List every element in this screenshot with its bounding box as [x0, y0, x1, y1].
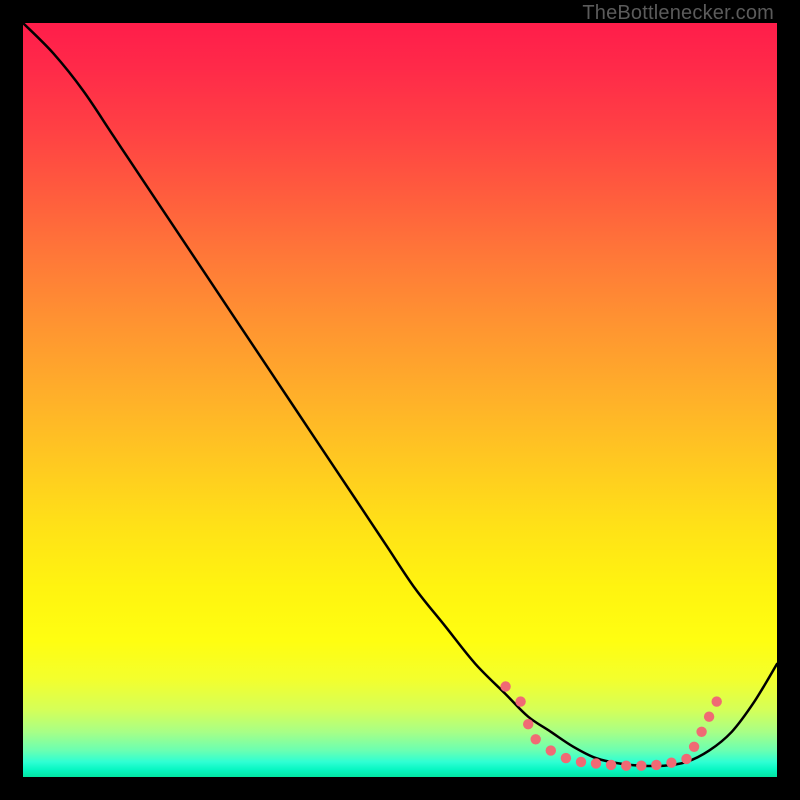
data-dot: [606, 760, 616, 770]
data-dot: [561, 753, 571, 763]
chart-stage: TheBottlenecker.com: [0, 0, 800, 800]
data-dots: [500, 681, 722, 771]
attribution-text: TheBottlenecker.com: [582, 2, 774, 25]
data-dot: [696, 727, 706, 737]
data-dot: [500, 681, 510, 691]
curve-layer: [23, 23, 777, 777]
data-dot: [651, 760, 661, 770]
data-dot: [712, 696, 722, 706]
data-dot: [591, 758, 601, 768]
curve-path: [23, 23, 777, 766]
data-dot: [576, 757, 586, 767]
data-dot: [681, 754, 691, 764]
data-dot: [531, 734, 541, 744]
data-dot: [689, 742, 699, 752]
data-dot: [704, 712, 714, 722]
data-dot: [621, 761, 631, 771]
data-dot: [666, 758, 676, 768]
data-dot: [515, 696, 525, 706]
bottleneck-curve: [23, 23, 777, 766]
data-dot: [546, 745, 556, 755]
data-dot: [636, 761, 646, 771]
data-dot: [523, 719, 533, 729]
plot-area: [23, 23, 777, 777]
